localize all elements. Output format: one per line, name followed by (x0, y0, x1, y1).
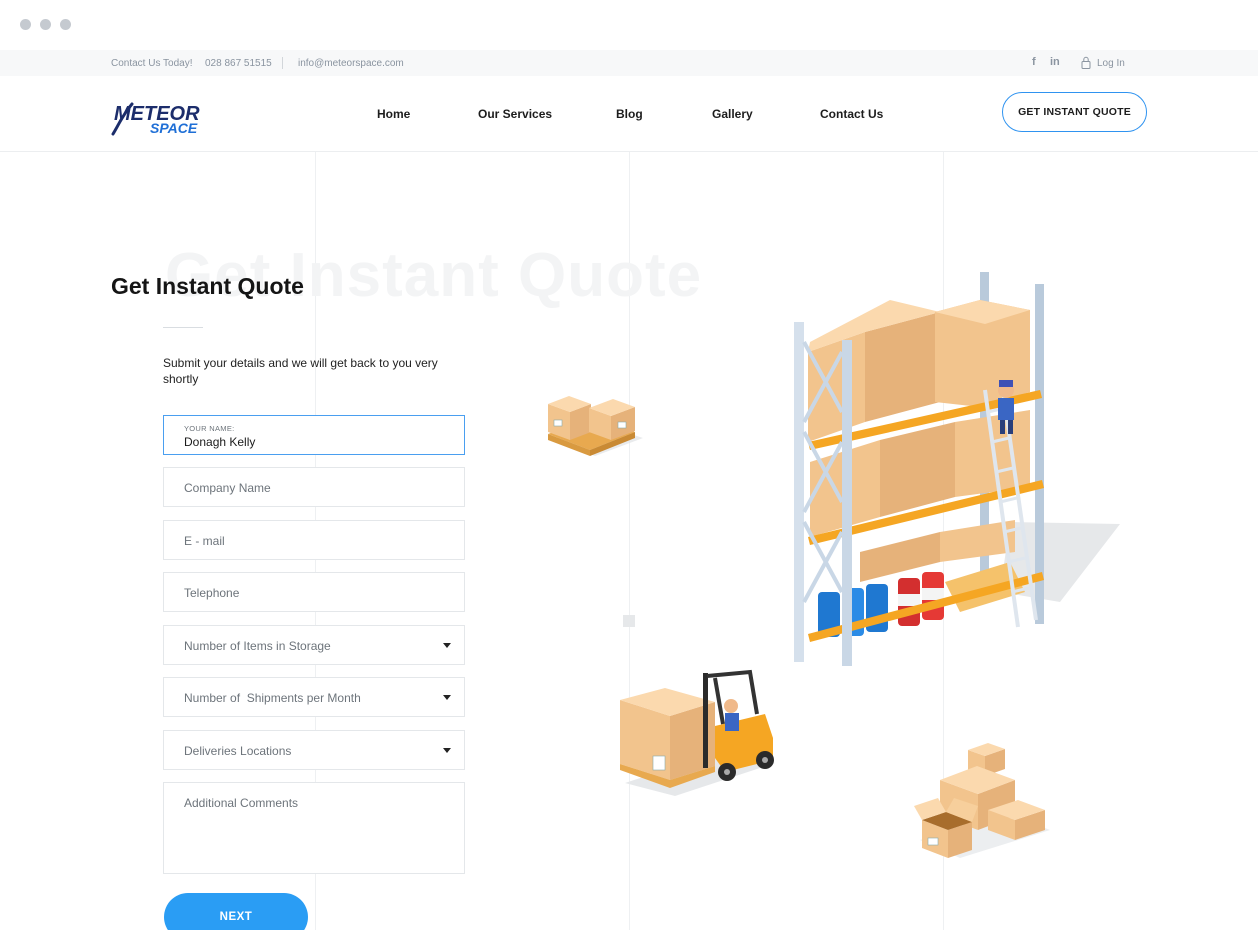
comments-placeholder: Additional Comments (184, 796, 299, 810)
nav-our-services[interactable]: Our Services (478, 107, 552, 121)
chevron-down-icon (443, 643, 451, 648)
stacked-boxes-illustration (914, 743, 1050, 858)
telephone-field[interactable]: Telephone (163, 572, 465, 612)
title-divider (163, 327, 203, 328)
page-title: Get Instant Quote (111, 273, 304, 299)
svg-text:SPACE: SPACE (150, 120, 198, 136)
additional-comments-textarea[interactable]: Additional Comments (163, 782, 465, 874)
main-header: METEOR SPACE Home Our Services Blog Gall… (0, 76, 1258, 152)
chevron-down-icon (443, 695, 451, 700)
forklift-illustration (620, 669, 775, 796)
lock-icon (1081, 56, 1091, 69)
login-link[interactable]: Log In (1097, 58, 1125, 69)
email-placeholder: E - mail (184, 534, 225, 548)
warehouse-rack-illustration (794, 272, 1120, 666)
shipments-per-month-select[interactable]: Number of Shipments per Month (163, 677, 465, 717)
name-field[interactable]: YOUR NAME: Donagh Kelly (163, 415, 465, 455)
company-field[interactable]: Company Name (163, 467, 465, 507)
items-select-placeholder: Number of Items in Storage (184, 639, 331, 653)
shipments-select-placeholder: Number of Shipments per Month (184, 691, 361, 705)
chevron-down-icon (443, 748, 451, 753)
get-instant-quote-button[interactable]: GET INSTANT QUOTE (1002, 92, 1147, 132)
delivery-locations-select[interactable]: Deliveries Locations (163, 730, 465, 770)
items-in-storage-select[interactable]: Number of Items in Storage (163, 625, 465, 665)
grid-marker (623, 615, 635, 627)
window-dot-minimize[interactable] (40, 19, 51, 30)
window-chrome (0, 0, 1258, 50)
form-subtitle: Submit your details and we will get back… (163, 356, 438, 386)
nav-contact-us[interactable]: Contact Us (820, 107, 883, 121)
window-dot-maximize[interactable] (60, 19, 71, 30)
email-field[interactable]: E - mail (163, 520, 465, 560)
linkedin-icon[interactable]: in (1050, 56, 1060, 68)
next-button[interactable]: NEXT (164, 893, 308, 930)
divider (282, 57, 283, 69)
phone-number[interactable]: 028 867 51515 (205, 58, 272, 69)
telephone-placeholder: Telephone (184, 586, 240, 600)
email-link[interactable]: info@meteorspace.com (298, 58, 404, 69)
meteor-space-logo[interactable]: METEOR SPACE (110, 100, 220, 136)
top-contact-bar: Contact Us Today! 028 867 51515 info@met… (0, 50, 1258, 76)
locations-select-placeholder: Deliveries Locations (184, 744, 292, 758)
facebook-icon[interactable]: f (1032, 56, 1036, 68)
nav-home[interactable]: Home (377, 107, 410, 121)
nav-blog[interactable]: Blog (616, 107, 643, 121)
nav-gallery[interactable]: Gallery (712, 107, 753, 121)
name-field-label: YOUR NAME: (184, 424, 235, 433)
company-placeholder: Company Name (184, 481, 271, 495)
contact-label: Contact Us Today! (111, 58, 193, 69)
pallet-boxes-illustration (548, 396, 643, 456)
name-field-value[interactable]: Donagh Kelly (184, 435, 255, 449)
window-dot-close[interactable] (20, 19, 31, 30)
